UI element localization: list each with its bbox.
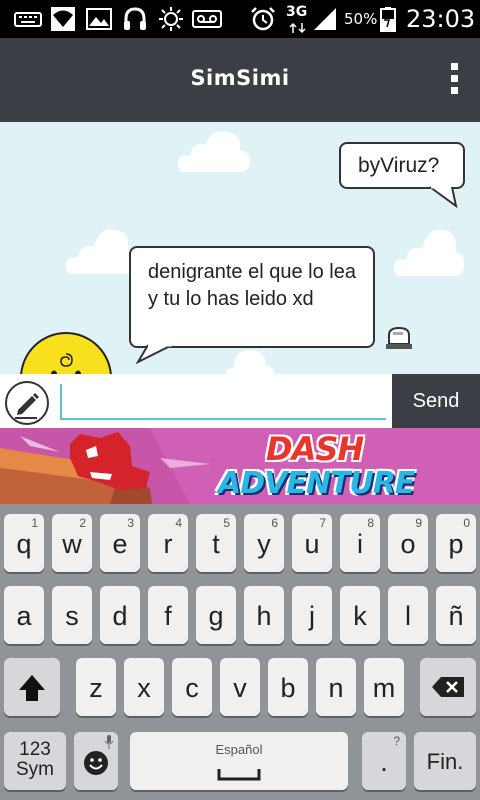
chat-bubble-user: denigrante el que lo lea y tu lo has lei… bbox=[129, 246, 375, 348]
message-input[interactable] bbox=[60, 384, 386, 420]
battery-icon bbox=[380, 7, 396, 32]
backspace-icon bbox=[432, 677, 464, 697]
keyboard: 1q 2w 3e 4r 5t 6y 7u 8i 9o 0p a s d f g … bbox=[0, 504, 480, 800]
shift-arrow-icon bbox=[19, 675, 45, 701]
key-k[interactable]: k bbox=[340, 586, 380, 644]
bubble-tail bbox=[136, 344, 173, 364]
wifi-icon bbox=[51, 7, 75, 31]
battery-percent: 50% bbox=[344, 10, 378, 28]
key-q[interactable]: 1q bbox=[4, 514, 44, 572]
key-a[interactable]: a bbox=[4, 586, 44, 644]
key-p[interactable]: 0p bbox=[436, 514, 476, 572]
period-key[interactable]: ? . bbox=[362, 732, 406, 790]
key-y[interactable]: 6y bbox=[244, 514, 284, 572]
key-s[interactable]: s bbox=[52, 586, 92, 644]
key-o[interactable]: 9o bbox=[388, 514, 428, 572]
space-bar-icon bbox=[217, 769, 261, 781]
ad-title-line2: ADVENTURE bbox=[218, 466, 415, 501]
space-language-label: Español bbox=[215, 742, 263, 757]
cloud-decoration bbox=[394, 229, 465, 276]
key-t[interactable]: 5t bbox=[196, 514, 236, 572]
key-r[interactable]: 4r bbox=[148, 514, 188, 572]
app-title: SimSimi bbox=[190, 66, 290, 90]
simsimi-avatar bbox=[20, 332, 112, 374]
key-c[interactable]: c bbox=[172, 658, 212, 716]
key-n[interactable]: n bbox=[316, 658, 356, 716]
send-button[interactable]: Send bbox=[392, 374, 480, 428]
key-b[interactable]: b bbox=[268, 658, 308, 716]
key-d[interactable]: d bbox=[100, 586, 140, 644]
bubble-tail bbox=[429, 186, 458, 208]
symbols-key[interactable]: 123 Sym bbox=[4, 732, 66, 790]
key-m[interactable]: m bbox=[364, 658, 404, 716]
key-l[interactable]: l bbox=[388, 586, 428, 644]
pencil-button[interactable] bbox=[5, 381, 49, 425]
key-h[interactable]: h bbox=[244, 586, 284, 644]
data-arrows-icon bbox=[289, 22, 306, 34]
chat-bubble-simsimi: byViruz? bbox=[339, 142, 465, 189]
shift-key[interactable] bbox=[4, 658, 60, 716]
gallery-icon bbox=[86, 8, 112, 30]
brightness-icon bbox=[159, 7, 183, 31]
key-i[interactable]: 8i bbox=[340, 514, 380, 572]
message-text: denigrante el que lo lea y tu lo has lei… bbox=[148, 261, 356, 310]
headphones-icon bbox=[124, 7, 146, 30]
cloud-decoration bbox=[225, 350, 275, 374]
key-x[interactable]: x bbox=[124, 658, 164, 716]
voicemail-icon bbox=[192, 10, 222, 28]
app-bar: SimSimi bbox=[0, 38, 480, 122]
cloud-decoration bbox=[178, 131, 251, 172]
alarm-icon bbox=[251, 7, 275, 31]
mic-icon bbox=[104, 735, 114, 749]
key-v[interactable]: v bbox=[220, 658, 260, 716]
message-text: byViruz? bbox=[358, 154, 440, 177]
key-enye[interactable]: ñ bbox=[436, 586, 476, 644]
ad-title-line1: DASH bbox=[266, 430, 364, 468]
finish-key[interactable]: Fin. bbox=[414, 732, 476, 790]
status-bar: 3G 50% 23:03 bbox=[0, 0, 480, 38]
message-input-bar: Send bbox=[0, 374, 480, 428]
signal-icon bbox=[314, 8, 336, 30]
key-j[interactable]: j bbox=[292, 586, 332, 644]
clock: 23:03 bbox=[406, 5, 476, 33]
key-z[interactable]: z bbox=[76, 658, 116, 716]
emoji-key[interactable] bbox=[74, 732, 118, 790]
pencil-icon bbox=[15, 393, 39, 419]
report-icon[interactable] bbox=[385, 326, 413, 350]
smiley-icon bbox=[84, 751, 108, 775]
key-g[interactable]: g bbox=[196, 586, 236, 644]
key-w[interactable]: 2w bbox=[52, 514, 92, 572]
backspace-key[interactable] bbox=[420, 658, 476, 716]
space-key[interactable]: Español bbox=[130, 732, 348, 790]
overflow-menu-icon[interactable] bbox=[444, 58, 464, 102]
chat-area: byViruz? denigrante el que lo lea y tu l… bbox=[0, 122, 480, 374]
ad-banner[interactable]: DASH ADVENTURE bbox=[0, 428, 480, 504]
network-type: 3G bbox=[286, 4, 308, 20]
keyboard-icon bbox=[14, 12, 42, 27]
key-e[interactable]: 3e bbox=[100, 514, 140, 572]
key-f[interactable]: f bbox=[148, 586, 188, 644]
key-u[interactable]: 7u bbox=[292, 514, 332, 572]
